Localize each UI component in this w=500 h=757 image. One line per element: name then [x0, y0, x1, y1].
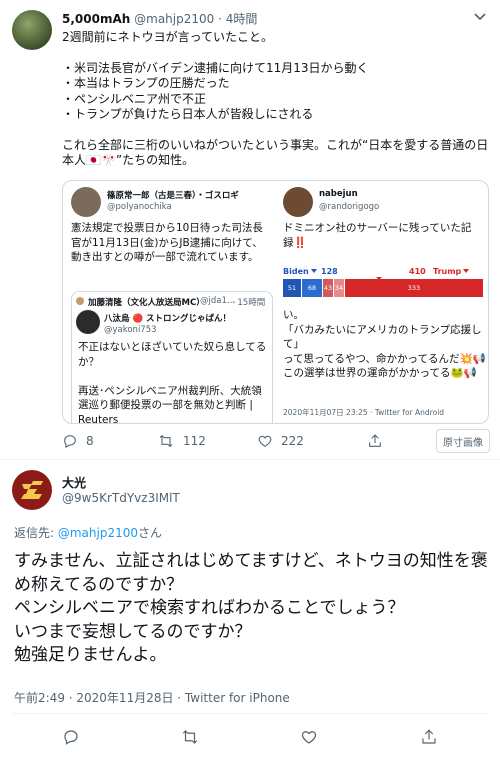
biden-total: 128	[321, 267, 338, 276]
retweeter-handle: @jda1…	[200, 296, 236, 306]
triangle-down-icon	[463, 269, 469, 273]
avatar	[76, 310, 100, 334]
election-chart: Biden 128 410 Trump 51 68 43 34 333	[283, 267, 483, 303]
divider	[12, 713, 488, 714]
reply-prefix: 返信先:	[14, 526, 58, 540]
chevron-down-icon[interactable]	[472, 8, 488, 24]
reply-icon	[64, 435, 76, 448]
quoted-text: 憲法規定で投票日から10日待った司法長官が11月13日(金)からJB逮捕に向けて…	[71, 222, 263, 263]
author-handle: @polyanochika	[107, 202, 172, 212]
share-button[interactable]	[367, 432, 383, 450]
biden-label: Biden	[283, 267, 309, 276]
retweet-icon	[159, 434, 173, 448]
reply-button[interactable]: 8	[62, 432, 94, 450]
tossup-segment: 43	[323, 279, 333, 297]
triangle-down-icon	[311, 269, 317, 273]
like-button[interactable]: 222	[257, 432, 304, 450]
author-handle[interactable]: @mahjp2100	[134, 12, 214, 26]
tweet-text: すみません、立証されはじめてますけど、ネトウヨの知性を褒め称えてるのですか？ ペ…	[14, 551, 488, 665]
quoted-text: い。 「バカみたいにアメリカのトランプ応援して」 って思ってるやつ、命かかってる…	[283, 309, 486, 379]
quoted-text: ドミニオン社のサーバーに残っていた記録‼️	[283, 222, 472, 249]
retweet-count: 112	[183, 434, 206, 448]
like-icon	[258, 435, 272, 447]
like-icon[interactable]	[300, 728, 318, 746]
author-name[interactable]: 大光	[62, 474, 86, 491]
divider	[0, 459, 500, 460]
author-name: 八汰烏 🔴 ストロングじゃぱん！	[104, 314, 232, 324]
logo-icon	[21, 481, 43, 499]
like-count: 222	[281, 434, 304, 448]
reply-count: 8	[86, 434, 94, 448]
reply-suffix: さん	[138, 526, 163, 540]
tweet-time[interactable]: 4時間	[226, 12, 258, 26]
trump-segment: 333	[345, 279, 483, 297]
avatar	[71, 187, 101, 217]
avatar	[283, 187, 313, 217]
reply-context: 返信先: @mahjp2100さん	[14, 524, 162, 541]
retweeter-name: 加藤清隆（文化人放送局MC）	[88, 298, 205, 308]
tweet-meta: 午前2:49 · 2020年11月28日 · Twitter for iPhon…	[14, 689, 290, 706]
tweet-client[interactable]: Twitter for iPhone	[185, 691, 290, 705]
tweet-timestamp[interactable]: 午前2:49 · 2020年11月28日 ·	[14, 691, 185, 705]
image-right-panel: nabejun @randorigogo ドミニオン社のサーバーに残っていた記録…	[277, 181, 488, 423]
original-image-button[interactable]: 原寸画像	[436, 429, 490, 453]
biden-segment: 68	[302, 279, 322, 297]
inner-quote-text: 不正はないとほざいていた奴ら息してるか？ 再送･ペンシルベニア州裁判所、大統領選…	[78, 341, 267, 423]
retweeter-time: · 15時間	[232, 298, 266, 308]
tweet-text: 2週間前にネトウヨが言っていたこと。 ・米司法長官がバイデン逮捕に向けて11月1…	[62, 30, 489, 168]
retweet-icon[interactable]	[181, 728, 199, 746]
biden-segment: 51	[283, 279, 301, 297]
attached-image[interactable]: 篠原常一郎（古是三春）・ゴスロギ @polyanochika 憲法規定で投票日か…	[62, 180, 489, 424]
author-handle: @yakoni753	[104, 325, 157, 335]
tweet-header: 5,000mAh @mahjp2100 · 4時間	[62, 10, 257, 27]
inner-quote-card: 加藤清隆（文化人放送局MC） @jda1… · 15時間 八汰烏 🔴 ストロング…	[71, 291, 273, 423]
avatar[interactable]	[12, 10, 52, 50]
tweet-actions: 8 112 222	[62, 432, 434, 450]
avatar	[76, 297, 84, 305]
trump-total: 410	[409, 267, 426, 276]
reply-to-link[interactable]: @mahjp2100	[58, 526, 138, 540]
author-name[interactable]: 5,000mAh	[62, 12, 130, 26]
author-handle: @randorigogo	[319, 202, 380, 212]
time-separator: ·	[218, 12, 222, 26]
trump-label: Trump	[433, 267, 462, 276]
image-left-panel: 篠原常一郎（古是三春）・ゴスロギ @polyanochika 憲法規定で投票日か…	[63, 181, 273, 423]
avatar[interactable]	[12, 470, 52, 510]
retweet-button[interactable]: 112	[157, 432, 206, 450]
tossup-segment: 34	[334, 279, 344, 297]
share-icon[interactable]	[420, 728, 438, 746]
share-icon	[369, 434, 381, 447]
author-handle[interactable]: @9w5KrTdYvz3IMlT	[62, 491, 180, 505]
author-name: nabejun	[319, 189, 358, 199]
quoted-footer: 2020年11月07日 23:25 · Twitter for Android	[283, 408, 445, 417]
author-name: 篠原常一郎（古是三春）・ゴスロギ	[107, 191, 239, 201]
reply-icon[interactable]	[62, 728, 80, 746]
